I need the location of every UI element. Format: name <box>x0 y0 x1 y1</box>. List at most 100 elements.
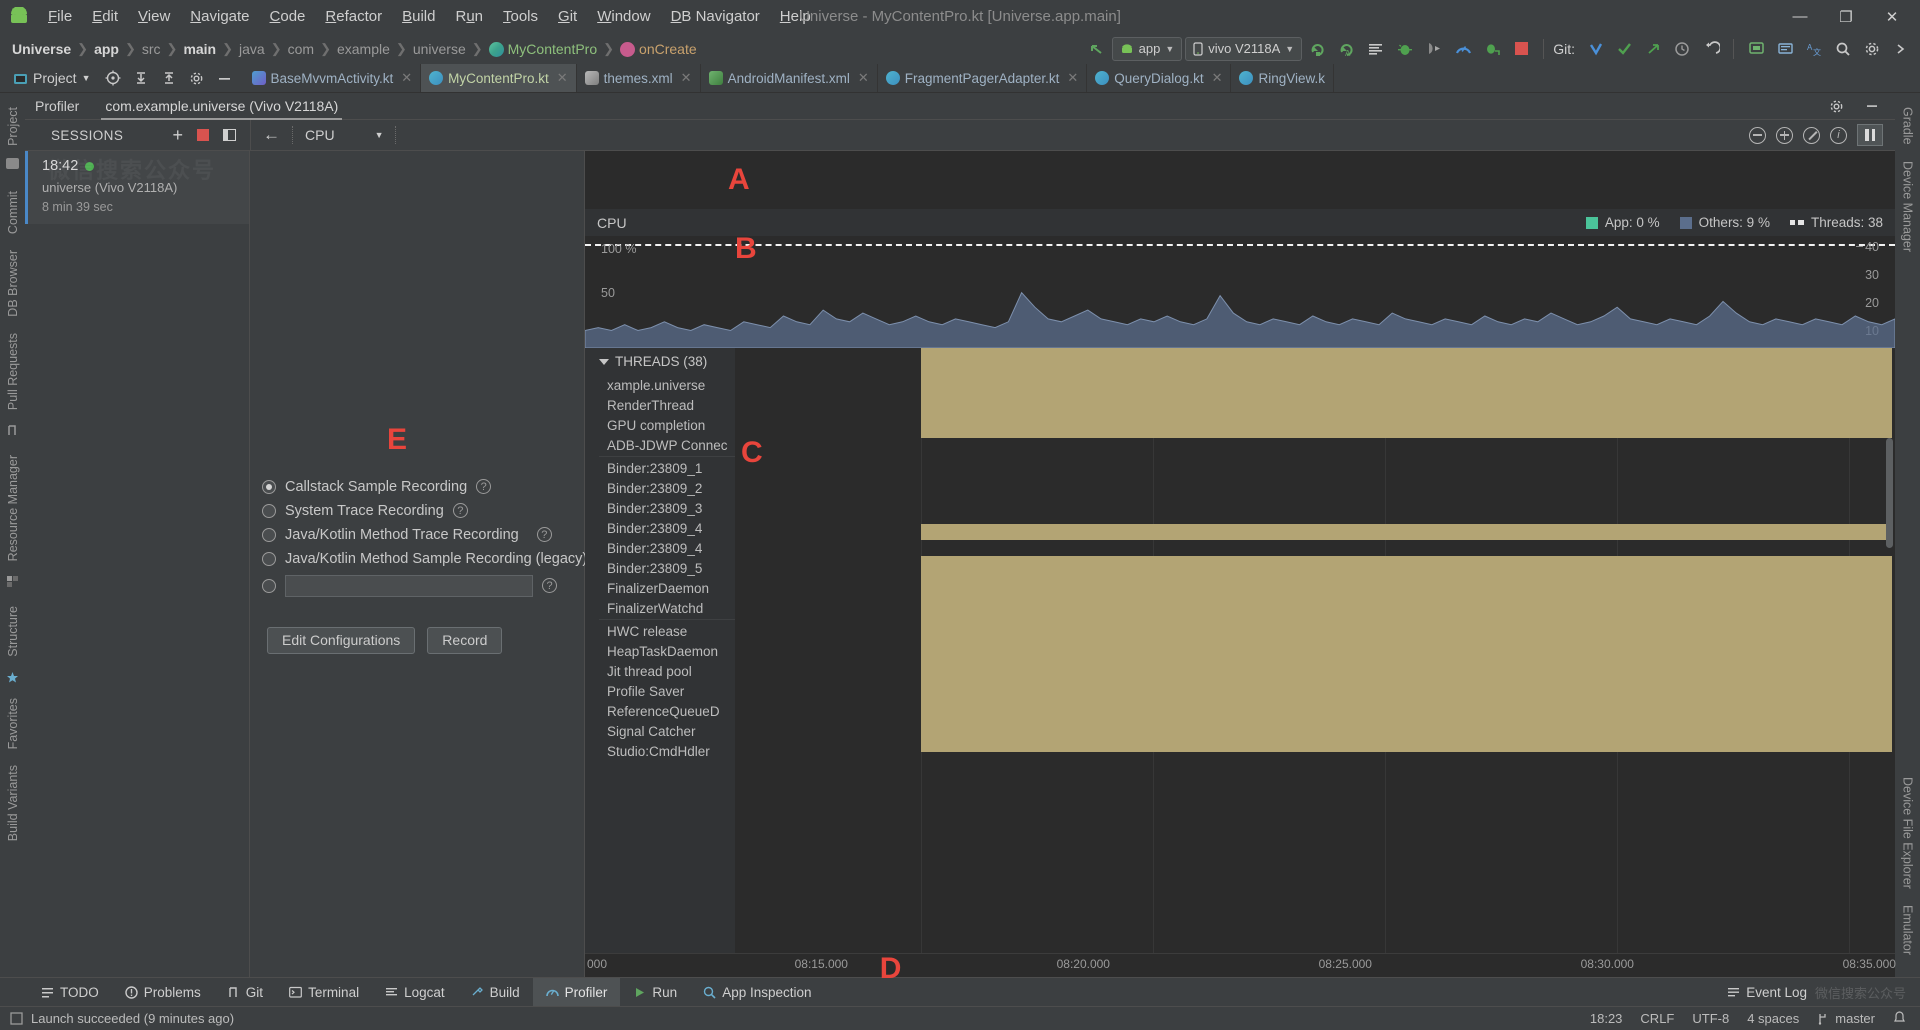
run-configuration-selector[interactable]: app ▼ <box>1111 36 1183 61</box>
translate-icon[interactable]: A文 <box>1801 37 1827 61</box>
thread-item-0[interactable]: xample.universe <box>585 375 735 395</box>
editor-tab-0[interactable]: BaseMvvmActivity.kt ✕ <box>244 64 422 92</box>
bottom-tab-profiler[interactable]: Profiler <box>532 977 621 1007</box>
bottom-tab-todo[interactable]: TODO <box>28 978 112 1007</box>
git-commit-icon[interactable] <box>1611 37 1637 61</box>
device-selector[interactable]: vivo V2118A ▼ <box>1185 36 1303 61</box>
recording-option-1[interactable]: System Trace Recording ? <box>262 499 577 523</box>
sidebar-item-commit[interactable]: Commit <box>6 183 20 242</box>
cpu-usage-chart[interactable]: 100 % 50 40 30 20 10 B – <box>585 236 1895 348</box>
avd-manager-icon[interactable] <box>1743 37 1769 61</box>
expand-toolbar-icon[interactable] <box>1888 37 1914 61</box>
recording-option-3[interactable]: Java/Kotlin Method Sample Recording (leg… <box>262 547 612 571</box>
search-icon[interactable] <box>1830 37 1856 61</box>
git-push-icon[interactable] <box>1640 37 1666 61</box>
editor-tab-5[interactable]: QueryDialog.kt ✕ <box>1087 64 1232 92</box>
bottom-tab-terminal[interactable]: Terminal <box>276 978 372 1007</box>
breadcrumb-item-universe[interactable]: Universe <box>8 41 75 57</box>
thread-track-block-2[interactable] <box>920 556 1892 752</box>
line-separator[interactable]: CRLF <box>1640 1011 1674 1026</box>
thread-item-7[interactable]: Binder:23809_4 <box>585 518 735 538</box>
event-log-button[interactable]: Event Log <box>1727 985 1807 1000</box>
pause-icon[interactable] <box>1857 124 1883 146</box>
breadcrumb-item-java[interactable]: java <box>235 41 269 57</box>
menu-item-db-navigator[interactable]: DB Navigator <box>661 5 770 28</box>
apply-changes-icon[interactable] <box>1479 37 1505 61</box>
sidebar-item-project[interactable]: Project <box>6 99 20 154</box>
close-tab-icon[interactable]: ✕ <box>401 70 412 86</box>
breadcrumb-item-universe-pkg[interactable]: universe <box>409 41 470 57</box>
radio-icon[interactable] <box>262 551 276 566</box>
editor-tab-6[interactable]: RingView.k <box>1231 64 1335 92</box>
collapse-all-icon[interactable] <box>128 66 154 90</box>
recording-option-custom[interactable]: ? <box>262 571 577 601</box>
editor-tab-2[interactable]: themes.xml ✕ <box>577 64 701 92</box>
maximize-icon[interactable]: ❐ <box>1824 2 1868 32</box>
thread-item-18[interactable]: Studio:CmdHdler <box>585 741 735 761</box>
tracks-scrollbar[interactable] <box>1886 438 1893 548</box>
minimize-icon[interactable]: — <box>1778 2 1822 32</box>
bottom-tab-build[interactable]: Build <box>458 978 533 1007</box>
radio-icon[interactable] <box>262 503 276 518</box>
radio-icon[interactable] <box>262 479 276 494</box>
thread-item-15[interactable]: Profile Saver <box>585 681 735 701</box>
close-icon[interactable]: ✕ <box>1870 2 1914 32</box>
thread-track-block-1[interactable] <box>920 524 1892 540</box>
close-tab-icon[interactable]: ✕ <box>1212 70 1223 86</box>
editor-tab-3[interactable]: AndroidManifest.xml ✕ <box>701 64 878 92</box>
bottom-tab-app-inspection[interactable]: App Inspection <box>690 978 824 1007</box>
back-arrow-icon[interactable]: ← <box>263 125 280 145</box>
custom-config-input[interactable] <box>285 574 533 597</box>
menu-item-code[interactable]: Code <box>260 5 316 28</box>
menu-item-tools[interactable]: Tools <box>493 5 548 28</box>
menu-item-refactor[interactable]: Refactor <box>315 5 392 28</box>
thread-item-1[interactable]: RenderThread <box>585 395 735 415</box>
session-item[interactable]: 微信搜索公众号 18:42 universe (Vivo V2118A) 8 m… <box>25 151 249 224</box>
git-history-icon[interactable] <box>1669 37 1695 61</box>
thread-item-10[interactable]: FinalizerDaemon <box>585 578 735 598</box>
breadcrumb-item-method[interactable]: onCreate <box>616 41 701 57</box>
thread-name-list[interactable]: THREADS (38) xample.universe RenderThrea… <box>585 348 735 953</box>
thread-item-9[interactable]: Binder:23809_5 <box>585 558 735 578</box>
thread-item-16[interactable]: ReferenceQueueD <box>585 701 735 721</box>
stop-square-icon[interactable] <box>197 129 209 141</box>
thread-activity-tracks[interactable]: C <box>735 348 1895 953</box>
menu-item-build[interactable]: Build <box>392 5 445 28</box>
record-button[interactable]: Record <box>427 626 503 654</box>
sdk-manager-icon[interactable] <box>1772 37 1798 61</box>
close-tab-icon[interactable]: ✕ <box>681 70 692 86</box>
breadcrumb-item-app[interactable]: app <box>90 41 123 57</box>
indent-setting[interactable]: 4 spaces <box>1747 1011 1799 1026</box>
menu-item-navigate[interactable]: Navigate <box>180 5 259 28</box>
close-tab-icon[interactable]: ✕ <box>557 70 568 86</box>
close-tab-icon[interactable]: ✕ <box>1067 70 1078 86</box>
stop-icon[interactable] <box>1508 37 1534 61</box>
thread-item-3[interactable]: ADB-JDWP Connec <box>585 435 735 455</box>
hide-panel-icon[interactable] <box>1859 94 1885 118</box>
debug-icon[interactable] <box>1392 37 1418 61</box>
breadcrumb-item-class[interactable]: MyContentPro <box>485 41 601 57</box>
profiler-process-tab[interactable]: com.example.universe (Vivo V2118A) <box>101 93 343 120</box>
menu-item-edit[interactable]: Edit <box>82 5 128 28</box>
sidebar-item-resource-manager[interactable]: Resource Manager <box>6 447 20 569</box>
file-encoding[interactable]: UTF-8 <box>1692 1011 1729 1026</box>
view-selector[interactable]: CPU ▼ <box>305 127 383 143</box>
thread-item-8[interactable]: Binder:23809_4 <box>585 538 735 558</box>
help-icon[interactable]: ? <box>542 578 557 593</box>
logcat-icon[interactable] <box>1363 37 1389 61</box>
breadcrumb-item-main[interactable]: main <box>179 41 220 57</box>
sidebar-item-emulator[interactable]: Emulator <box>1901 897 1915 963</box>
thread-item-12[interactable]: HWC release <box>585 621 735 641</box>
thread-item-4[interactable]: Binder:23809_1 <box>585 458 735 478</box>
editor-tab-1[interactable]: MyContentPro.kt ✕ <box>421 64 577 92</box>
bottom-tab-git[interactable]: Git <box>214 978 276 1007</box>
menu-item-view[interactable]: View <box>128 5 180 28</box>
zoom-out-icon[interactable] <box>1749 126 1766 144</box>
bottom-tab-run[interactable]: Run <box>620 978 690 1007</box>
profile-icon[interactable] <box>1450 37 1476 61</box>
recording-option-2[interactable]: Java/Kotlin Method Trace Recording ? <box>262 523 577 547</box>
thread-item-14[interactable]: Jit thread pool <box>585 661 735 681</box>
gear-icon[interactable] <box>184 66 210 90</box>
radio-icon[interactable] <box>262 578 276 593</box>
editor-tab-4[interactable]: FragmentPagerAdapter.kt ✕ <box>878 64 1088 92</box>
